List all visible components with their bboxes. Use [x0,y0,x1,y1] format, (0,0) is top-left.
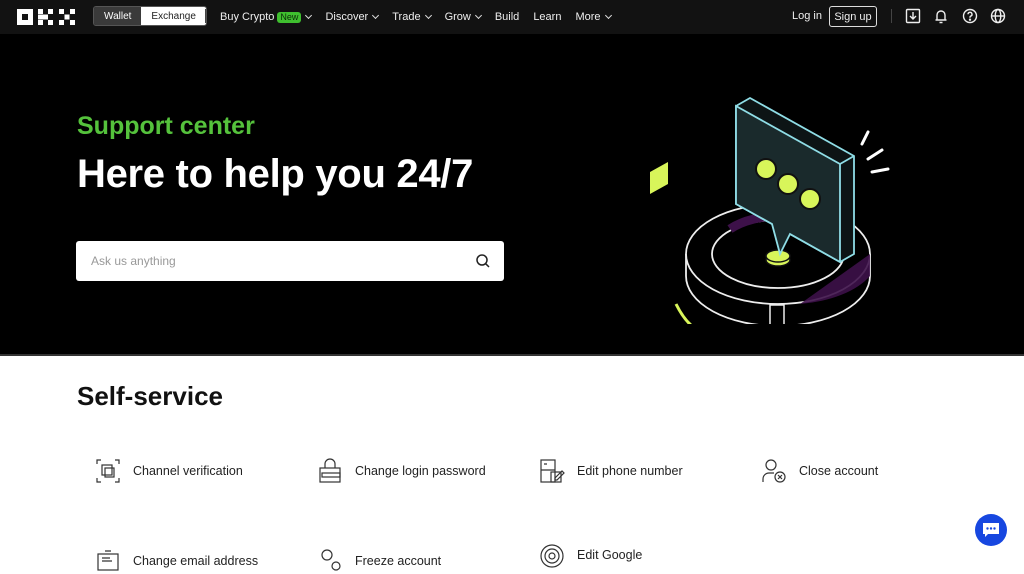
lock-icon [319,458,341,483]
globe-icon[interactable] [990,8,1006,24]
nav-buy-crypto[interactable]: Buy Crypto New [220,11,313,23]
chevron-down-icon [604,11,612,20]
divider [891,9,892,23]
spark-lines [860,130,890,174]
service-label: Change login password [355,464,486,478]
self-service-title: Self-service [77,381,223,411]
main-menu: Buy Crypto New Discover Trade Grow Build… [220,0,625,34]
google-auth-icon [540,544,564,568]
nav-discover[interactable]: Discover [325,11,380,23]
decor-arc [674,303,693,324]
chat-dot [799,188,821,210]
service-label: Edit Google [577,548,643,562]
nav-label: More [575,11,601,23]
chat-icon [983,523,999,537]
top-nav: Wallet Exchange Buy Crypto New Discover … [0,0,1024,34]
nav-build[interactable]: Build [495,11,519,23]
login-link[interactable]: Log in [792,10,822,22]
user-remove-icon [762,459,786,483]
hero-title: Here to help you 24/7 [77,152,474,196]
nav-label: Buy Crypto [220,11,275,23]
chevron-down-icon [305,11,313,20]
nav-more[interactable]: More [575,11,612,23]
service-label: Change email address [133,554,259,568]
service-freeze-account[interactable]: Freeze account [317,548,441,574]
wallet-exchange-toggle: Wallet Exchange [93,6,207,26]
nav-trade[interactable]: Trade [392,11,432,23]
nav-label: Trade [392,11,421,23]
support-search [76,241,504,281]
service-label: Channel verification [133,464,243,478]
chat-dot [755,158,777,180]
hero-subtitle: Support center [77,112,255,140]
service-channel-verification[interactable]: Channel verification [95,458,243,484]
service-label: Freeze account [355,554,442,568]
new-badge: New [277,11,302,23]
service-close-account[interactable]: Close account [761,458,878,484]
chevron-down-icon [474,11,482,20]
nav-label: Learn [533,11,562,23]
chat-button[interactable] [975,514,1007,546]
chevron-down-icon [424,11,432,20]
email-icon [97,550,119,571]
nav-label: Discover [325,11,369,23]
nav-label: Grow [444,11,471,23]
nav-learn[interactable]: Learn [533,11,561,23]
search-icon[interactable] [475,253,491,269]
service-label: Close account [799,464,879,478]
service-change-email[interactable]: Change email address [95,548,258,574]
support-illustration [650,96,890,324]
download-icon[interactable] [905,8,921,24]
help-icon[interactable] [962,8,978,24]
nav-label: Build [494,11,520,23]
signup-button[interactable]: Sign up [829,6,877,27]
nav-grow[interactable]: Grow [444,11,482,23]
service-change-login-password[interactable]: Change login password [317,458,486,484]
service-label: Edit phone number [577,464,683,478]
chevron-down-icon [372,11,380,20]
freeze-user-icon [321,549,341,571]
chat-dot [777,173,799,195]
search-input[interactable] [76,241,475,281]
decor-diamond [650,162,668,194]
service-edit-phone-number[interactable]: Edit phone number [539,458,683,484]
bell-icon[interactable] [933,8,949,24]
divider [205,9,206,23]
phone-edit-icon [540,459,565,483]
okx-logo[interactable] [17,9,75,25]
exchange-tab[interactable]: Exchange [141,7,206,25]
channel-verification-icon [96,459,120,483]
hero-banner: Support center Here to help you 24/7 [0,34,1024,356]
service-edit-google[interactable]: Edit Google [539,542,642,568]
wallet-tab[interactable]: Wallet [94,7,142,25]
